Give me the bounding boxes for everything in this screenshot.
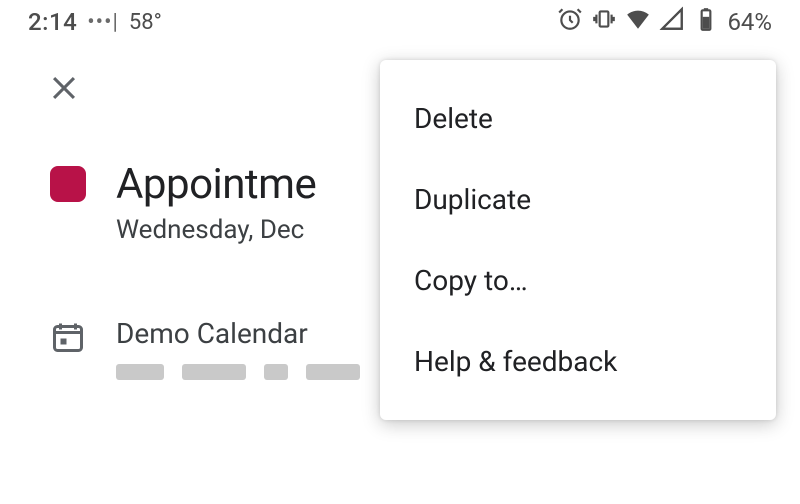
alarm-icon: [557, 6, 583, 38]
menu-item-delete[interactable]: Delete: [380, 78, 776, 159]
overflow-menu: Delete Duplicate Copy to… Help & feedbac…: [380, 60, 776, 420]
vibrate-icon: [591, 6, 617, 38]
status-right: 64%: [557, 6, 772, 38]
status-temperature: 58°: [129, 10, 162, 35]
event-title: Appointme: [116, 160, 316, 209]
cellular-signal-icon: [659, 6, 685, 38]
status-left: 2:14 •••| 58°: [28, 8, 162, 36]
calendar-name-label: Demo Calendar: [116, 317, 360, 350]
status-notification-dots: •••|: [87, 10, 119, 35]
menu-item-duplicate[interactable]: Duplicate: [380, 159, 776, 240]
calendar-icon: [50, 319, 86, 355]
close-button[interactable]: [42, 66, 86, 110]
wifi-icon: [625, 6, 651, 38]
menu-item-copy-to[interactable]: Copy to…: [380, 240, 776, 321]
event-date: Wednesday, Dec: [116, 215, 316, 245]
battery-icon: [693, 6, 719, 38]
close-icon: [47, 71, 81, 105]
event-color-swatch: [50, 166, 86, 202]
menu-item-help-feedback[interactable]: Help & feedback: [380, 321, 776, 402]
battery-percent: 64%: [727, 8, 772, 36]
calendar-account-redacted: [116, 364, 360, 380]
status-bar: 2:14 •••| 58°: [0, 0, 800, 40]
status-time: 2:14: [28, 8, 77, 36]
